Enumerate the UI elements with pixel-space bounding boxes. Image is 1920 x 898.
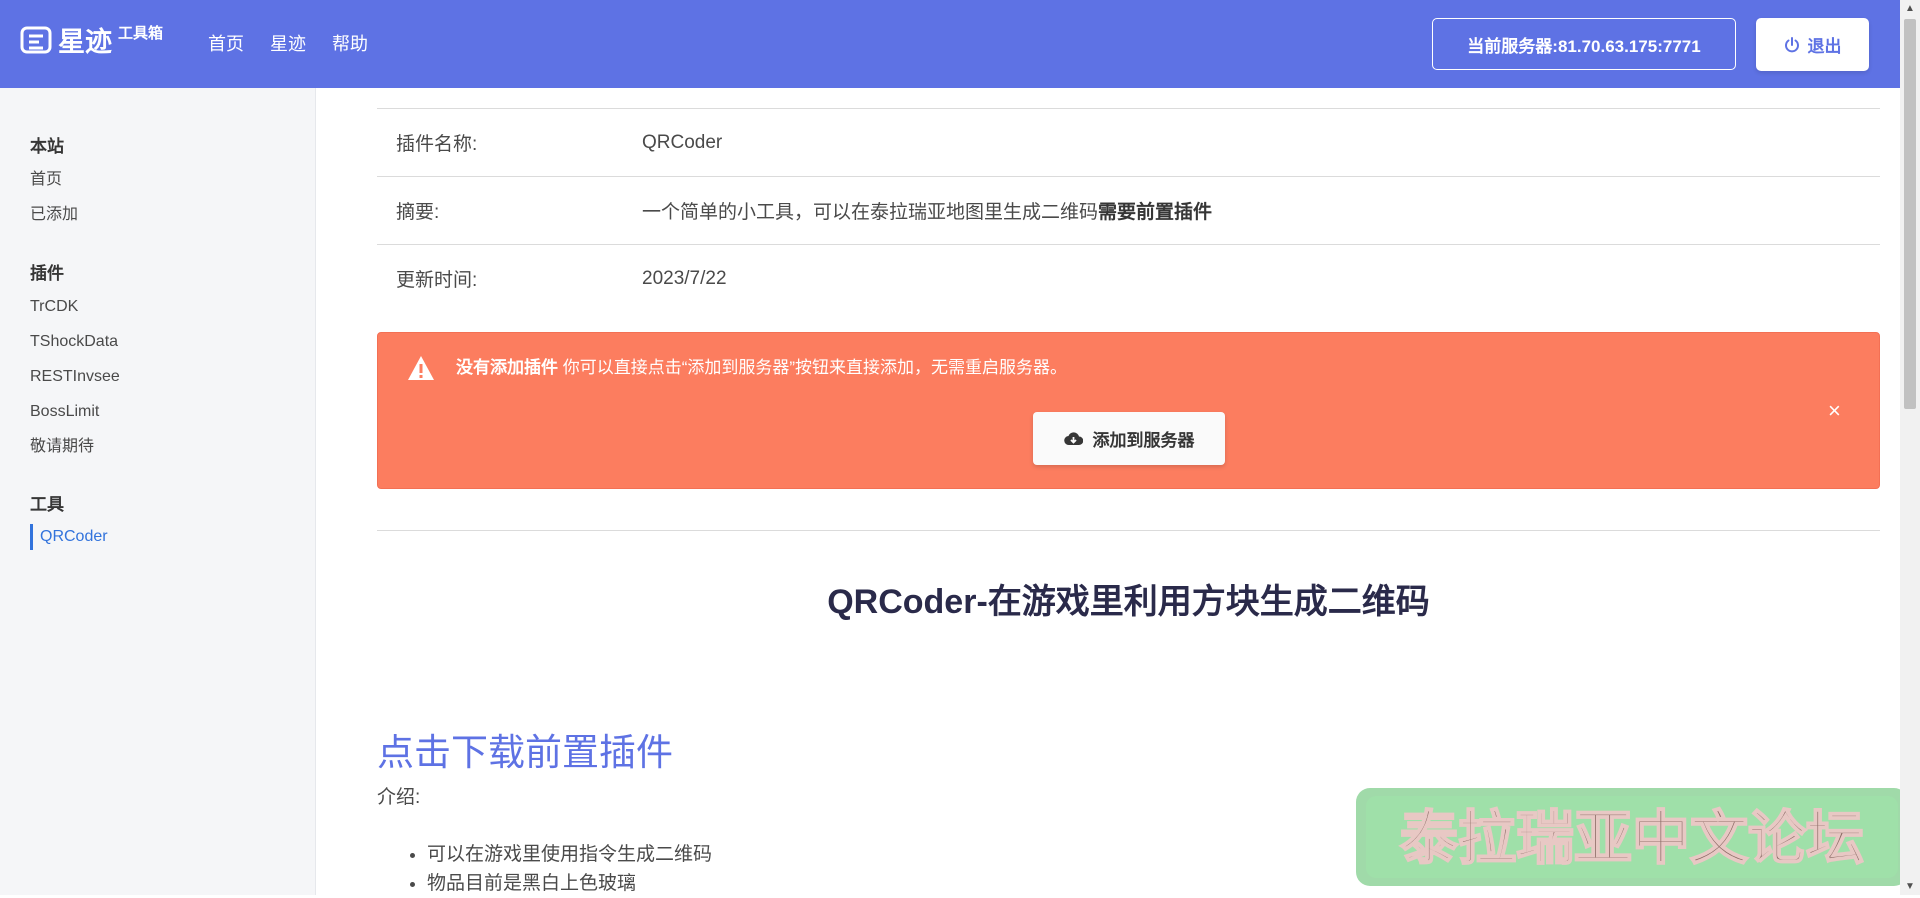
sidebar-item-coming-soon[interactable]: 敬请期待 [30, 429, 120, 464]
download-prerequisite-link[interactable]: 点击下载前置插件 [377, 722, 673, 776]
current-server-button[interactable]: 当前服务器:81.70.63.175:7771 [1432, 18, 1736, 70]
logout-label: 退出 [1807, 37, 1842, 56]
sidebar: 本站 首页 已添加 插件 TrCDK TShockData RESTInvsee… [0, 88, 316, 895]
update-time-label: 更新时间: [396, 270, 478, 291]
forum-watermark: 泰拉瑞亚中文论坛 [1356, 788, 1908, 886]
table-row: 插件名称: QRCoder [377, 108, 1880, 177]
summary-value: 一个简单的小工具，可以在泰拉瑞亚地图里生成二维码需要前置插件 [642, 177, 1880, 245]
list-item: 可以在游戏里使用指令生成二维码 [427, 840, 712, 869]
sidebar-item-restinvsee[interactable]: RESTInvsee [30, 359, 120, 394]
divider [377, 530, 1880, 531]
alert-body: 你可以直接点击“添加到服务器”按钮来直接添加，无需重启服务器。 [558, 358, 1068, 377]
scroll-down-arrow-icon[interactable]: ▼ [1900, 878, 1920, 895]
logout-button[interactable]: 退出 [1756, 18, 1869, 71]
alert-message: 没有添加插件 你可以直接点击“添加到服务器”按钮来直接添加，无需重启服务器。 [456, 357, 1067, 379]
sidebar-item-added[interactable]: 已添加 [30, 197, 78, 232]
table-row: 更新时间: 2023/7/22 [377, 244, 1880, 313]
vertical-scrollbar[interactable]: ▲ ▼ [1900, 0, 1920, 895]
nav-link-help[interactable]: 帮助 [332, 31, 368, 57]
alert-title: 没有添加插件 [456, 358, 558, 377]
doc-title: QRCoder-在游戏里利用方块生成二维码 [827, 583, 1430, 621]
summary-label: 摘要: [396, 202, 440, 223]
cloud-download-icon [1063, 431, 1083, 445]
watermark-text: 泰拉瑞亚中文论坛 [1400, 804, 1864, 872]
sidebar-item-qrcoder[interactable]: QRCoder [30, 524, 108, 550]
plugin-not-added-alert: 没有添加插件 你可以直接点击“添加到服务器”按钮来直接添加，无需重启服务器。 ×… [377, 332, 1880, 489]
sidebar-heading: 插件 [30, 264, 64, 283]
list-item: 物品目前是黑白上色玻璃 [427, 869, 712, 898]
plugin-info-table: 插件名称: QRCoder 摘要: 一个简单的小工具，可以在泰拉瑞亚地图里生成二… [377, 108, 1880, 312]
warning-icon [408, 356, 434, 380]
brand-logo-icon [20, 26, 52, 54]
sidebar-group-plugins: 插件 TrCDK TShockData RESTInvsee BossLimit… [30, 259, 120, 464]
sidebar-item-home[interactable]: 首页 [30, 162, 78, 197]
sidebar-item-trcdk[interactable]: TrCDK [30, 289, 120, 324]
power-icon [1784, 36, 1799, 52]
sidebar-item-tshockdata[interactable]: TShockData [30, 324, 120, 359]
plugin-name-label: 插件名称: [396, 134, 478, 155]
scroll-thumb[interactable] [1904, 19, 1916, 409]
nav-links: 首页 星迹 帮助 [208, 31, 394, 57]
sidebar-group-tools: 工具 QRCoder [30, 490, 108, 550]
sidebar-heading: 本站 [30, 137, 64, 156]
close-icon[interactable]: × [1828, 400, 1841, 422]
table-row: 摘要: 一个简单的小工具，可以在泰拉瑞亚地图里生成二维码需要前置插件 [377, 176, 1880, 245]
update-time-value: 2023/7/22 [642, 267, 727, 289]
nav-link-xingji[interactable]: 星迹 [270, 31, 306, 57]
add-to-server-button[interactable]: 添加到服务器 [1033, 412, 1225, 465]
sidebar-item-bosslimit[interactable]: BossLimit [30, 394, 120, 429]
scroll-up-arrow-icon[interactable]: ▲ [1900, 0, 1920, 17]
sidebar-group-site: 本站 首页 已添加 [30, 132, 78, 232]
top-navbar: 星迹 工具箱 首页 星迹 帮助 当前服务器:81.70.63.175:7771 … [0, 0, 1920, 88]
main-content: 插件名称: QRCoder 摘要: 一个简单的小工具，可以在泰拉瑞亚地图里生成二… [377, 88, 1880, 894]
sidebar-heading: 工具 [30, 495, 64, 514]
summary-prerequisite: 需要前置插件 [1098, 202, 1213, 223]
plugin-name-value: QRCoder [642, 131, 723, 153]
feature-list: 可以在游戏里使用指令生成二维码 物品目前是黑白上色玻璃 [377, 840, 712, 898]
nav-link-home[interactable]: 首页 [208, 31, 244, 57]
brand-name: 星迹 [58, 27, 112, 57]
brand-subtitle: 工具箱 [118, 25, 164, 42]
add-to-server-label: 添加到服务器 [1092, 431, 1195, 450]
doc-intro-label: 介绍: [377, 787, 421, 808]
brand[interactable]: 星迹 工具箱 [20, 24, 163, 60]
summary-text: 一个简单的小工具，可以在泰拉瑞亚地图里生成二维码 [642, 202, 1099, 223]
